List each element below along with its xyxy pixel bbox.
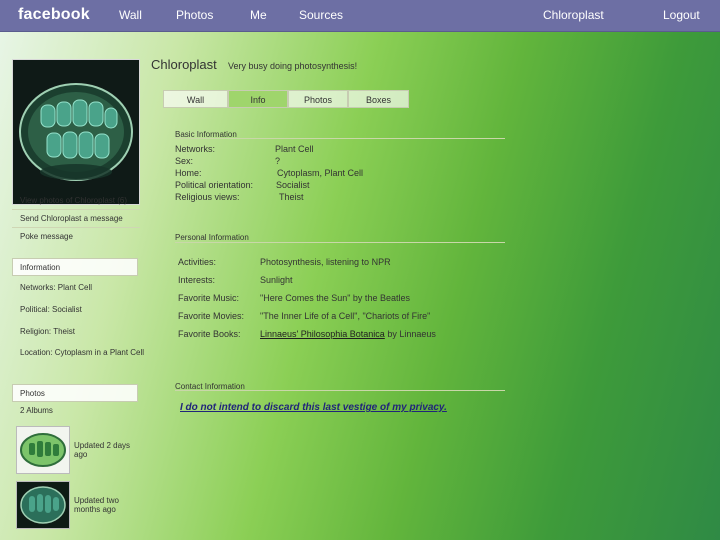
left-sidebar: View photos of Chloroplast (6) Send Chlo… (0, 31, 160, 540)
basic-value-political: Socialist (276, 180, 310, 190)
chloroplast-image (13, 60, 139, 204)
basic-label-religion: Religious views: (175, 192, 240, 202)
nav-sources[interactable]: Sources (299, 8, 343, 22)
information-section-header: Information (12, 258, 138, 276)
nav-profile-chloroplast[interactable]: Chloroplast (543, 8, 604, 22)
left-info-religion: Religion: Theist (20, 327, 75, 336)
personal-label-activities: Activities: (178, 257, 217, 267)
album-1-updated: Updated 2 days ago (74, 441, 131, 459)
personal-label-favorite-books: Favorite Books: (178, 329, 241, 339)
tab-wall[interactable]: Wall (163, 90, 228, 108)
favorite-book-suffix: by Linnaeus (384, 329, 436, 339)
basic-value-networks: Plant Cell (275, 144, 314, 154)
contact-info-divider (175, 390, 505, 391)
nav-photos[interactable]: Photos (176, 8, 213, 22)
basic-value-religion: Theist (279, 192, 304, 202)
personal-label-interests: Interests: (178, 275, 216, 285)
personal-value-activities: Photosynthesis, listening to NPR (260, 257, 391, 267)
basic-label-sex: Sex: (175, 156, 194, 166)
profile-status: Very busy doing photosynthesis! (228, 61, 358, 71)
basic-label-networks: Networks: (175, 144, 216, 154)
album-thumbnail-1[interactable] (16, 426, 70, 474)
nav-wall[interactable]: Wall (119, 8, 142, 22)
personal-info-title: Personal Information (175, 233, 249, 242)
personal-value-favorite-movies: "The Inner Life of a Cell", "Chariots of… (260, 311, 431, 321)
privacy-statement-link[interactable]: I do not intend to discard this last ves… (180, 402, 447, 413)
send-message-link[interactable]: Send Chloroplast a message (20, 214, 123, 223)
view-photos-link[interactable]: View photos of Chloroplast (6) (20, 196, 127, 205)
personal-value-interests: Sunlight (260, 275, 293, 285)
album-thumbnail-2[interactable] (16, 481, 70, 529)
facebook-logo[interactable]: facebook (18, 6, 90, 24)
nav-logout[interactable]: Logout (663, 8, 700, 22)
top-navigation-bar: facebook Wall Photos Me Sources Chloropl… (0, 0, 720, 32)
left-divider-2 (12, 227, 140, 228)
tab-boxes[interactable]: Boxes (348, 90, 409, 108)
nav-me[interactable]: Me (250, 8, 267, 22)
chloroplast-thumbnail-2 (17, 482, 69, 528)
personal-label-favorite-music: Favorite Music: (178, 293, 240, 303)
left-info-location: Location: Cytoplasm in a Plant Cell (20, 348, 145, 357)
left-info-networks: Networks: Plant Cell (20, 283, 93, 292)
basic-value-sex: ? (275, 156, 281, 166)
basic-label-political: Political orientation: (175, 180, 254, 190)
chloroplast-thumbnail-1 (17, 427, 69, 473)
basic-info-divider (175, 138, 505, 139)
profile-name: Chloroplast (151, 57, 217, 72)
left-info-political: Political: Socialist (20, 305, 82, 314)
profile-picture[interactable] (12, 59, 140, 205)
personal-info-divider (175, 242, 505, 243)
left-divider-1 (12, 209, 140, 210)
personal-label-favorite-movies: Favorite Movies: (178, 311, 245, 321)
favorite-book-link[interactable]: Linnaeus' Philosophia Botanica (260, 329, 385, 339)
poke-message-link[interactable]: Poke message (20, 232, 73, 241)
basic-value-home: Cytoplasm, Plant Cell (277, 168, 364, 178)
tab-photos[interactable]: Photos (288, 90, 348, 108)
albums-count: 2 Albums (20, 406, 53, 415)
personal-value-favorite-music: "Here Comes the Sun" by the Beatles (260, 293, 410, 303)
album-2-updated: Updated two months ago (74, 496, 119, 514)
tab-info[interactable]: Info (228, 90, 288, 108)
basic-label-home: Home: (175, 168, 202, 178)
photos-section-header: Photos (12, 384, 138, 402)
personal-value-favorite-books: Linnaeus' Philosophia Botanica by Linnae… (260, 329, 436, 339)
